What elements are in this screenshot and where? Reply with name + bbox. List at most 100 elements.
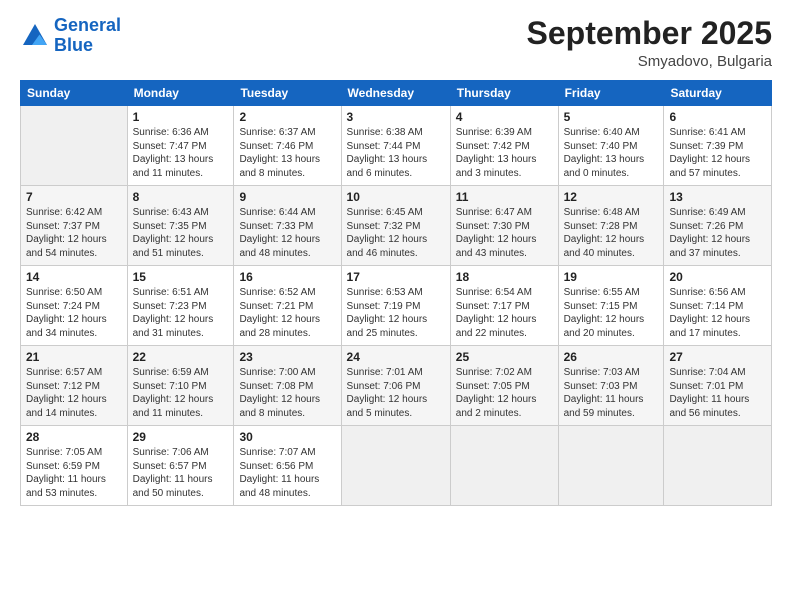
day-info: Sunrise: 6:37 AMSunset: 7:46 PMDaylight:… (239, 126, 335, 180)
calendar-cell: 16 Sunrise: 6:52 AMSunset: 7:21 PMDayligh… (234, 266, 341, 346)
day-number: 5 (564, 110, 659, 124)
day-info: Sunrise: 7:01 AMSunset: 7:06 PMDaylight:… (347, 366, 445, 420)
day-number: 10 (347, 190, 445, 204)
day-info: Sunrise: 6:36 AMSunset: 7:47 PMDaylight:… (133, 126, 229, 180)
day-number: 28 (26, 430, 122, 444)
calendar-cell: 21Sunrise: 6:57 AMSunset: 7:12 PMDayligh… (21, 346, 128, 426)
calendar-cell: 14 Sunrise: 6:50 AMSunset: 7:24 PMDayligh… (21, 266, 128, 346)
day-number: 6 (669, 110, 766, 124)
location: Smyadovo, Bulgaria (527, 53, 772, 70)
page: General Blue September 2025 Smyadovo, Bu… (0, 0, 792, 612)
calendar-cell: 24 Sunrise: 7:01 AMSunset: 7:06 PMDayligh… (341, 346, 450, 426)
day-info: Sunrise: 6:49 AMSunset: 7:26 PMDaylight:… (669, 206, 766, 260)
weekday-header: Wednesday (341, 81, 450, 106)
calendar-cell: 22 Sunrise: 6:59 AMSunset: 7:10 PMDayligh… (127, 346, 234, 426)
calendar-cell (341, 426, 450, 506)
day-info: Sunrise: 7:04 AMSunset: 7:01 PMDaylight:… (669, 366, 766, 420)
day-info: Sunrise: 7:05 AMSunset: 6:59 PMDaylight:… (26, 446, 122, 500)
day-number: 23 (239, 350, 335, 364)
calendar-cell: 5 Sunrise: 6:40 AMSunset: 7:40 PMDaylight… (558, 106, 664, 186)
day-number: 16 (239, 270, 335, 284)
calendar-cell: 28 Sunrise: 7:05 AMSunset: 6:59 PMDayligh… (21, 426, 128, 506)
day-info: Sunrise: 6:54 AMSunset: 7:17 PMDaylight:… (456, 286, 553, 340)
calendar-cell (664, 426, 772, 506)
calendar-cell: 3 Sunrise: 6:38 AMSunset: 7:44 PMDaylight… (341, 106, 450, 186)
day-info: Sunrise: 7:07 AMSunset: 6:56 PMDaylight:… (239, 446, 335, 500)
month-title: September 2025 (527, 16, 772, 51)
day-number: 27 (669, 350, 766, 364)
calendar-cell: 19Sunrise: 6:55 AMSunset: 7:15 PMDayligh… (558, 266, 664, 346)
weekday-header: Tuesday (234, 81, 341, 106)
day-number: 2 (239, 110, 335, 124)
day-number: 24 (347, 350, 445, 364)
calendar-cell: 23 Sunrise: 7:00 AMSunset: 7:08 PMDayligh… (234, 346, 341, 426)
calendar-cell: 10 Sunrise: 6:45 AMSunset: 7:32 PMDayligh… (341, 186, 450, 266)
calendar-cell: 12 Sunrise: 6:48 AMSunset: 7:28 PMDayligh… (558, 186, 664, 266)
day-info: Sunrise: 6:56 AMSunset: 7:14 PMDaylight:… (669, 286, 766, 340)
calendar-cell: 25 Sunrise: 7:02 AMSunset: 7:05 PMDayligh… (450, 346, 558, 426)
day-number: 3 (347, 110, 445, 124)
calendar-cell: 2 Sunrise: 6:37 AMSunset: 7:46 PMDaylight… (234, 106, 341, 186)
day-info: Sunrise: 6:53 AMSunset: 7:19 PMDaylight:… (347, 286, 445, 340)
calendar-cell: 9 Sunrise: 6:44 AMSunset: 7:33 PMDaylight… (234, 186, 341, 266)
day-info: Sunrise: 6:51 AMSunset: 7:23 PMDaylight:… (133, 286, 229, 340)
calendar-week-row: 7Sunrise: 6:42 AMSunset: 7:37 PMDaylight… (21, 186, 772, 266)
calendar-cell: 11Sunrise: 6:47 AMSunset: 7:30 PMDayligh… (450, 186, 558, 266)
calendar-cell: 13Sunrise: 6:49 AMSunset: 7:26 PMDayligh… (664, 186, 772, 266)
day-number: 21 (26, 350, 122, 364)
logo: General Blue (20, 16, 121, 56)
day-info: Sunrise: 6:41 AMSunset: 7:39 PMDaylight:… (669, 126, 766, 180)
day-number: 20 (669, 270, 766, 284)
day-number: 25 (456, 350, 553, 364)
day-number: 14 (26, 270, 122, 284)
day-number: 8 (133, 190, 229, 204)
calendar-cell: 30 Sunrise: 7:07 AMSunset: 6:56 PMDayligh… (234, 426, 341, 506)
day-info: Sunrise: 6:44 AMSunset: 7:33 PMDaylight:… (239, 206, 335, 260)
day-info: Sunrise: 6:45 AMSunset: 7:32 PMDaylight:… (347, 206, 445, 260)
calendar-week-row: 28 Sunrise: 7:05 AMSunset: 6:59 PMDayligh… (21, 426, 772, 506)
day-info: Sunrise: 7:03 AMSunset: 7:03 PMDaylight:… (564, 366, 659, 420)
day-info: Sunrise: 6:50 AMSunset: 7:24 PMDaylight:… (26, 286, 122, 340)
day-info: Sunrise: 6:42 AMSunset: 7:37 PMDaylight:… (26, 206, 122, 260)
calendar-cell: 27 Sunrise: 7:04 AMSunset: 7:01 PMDayligh… (664, 346, 772, 426)
day-number: 4 (456, 110, 553, 124)
calendar-cell: 20 Sunrise: 6:56 AMSunset: 7:14 PMDayligh… (664, 266, 772, 346)
day-number: 15 (133, 270, 229, 284)
day-number: 22 (133, 350, 229, 364)
calendar-cell: 7Sunrise: 6:42 AMSunset: 7:37 PMDaylight… (21, 186, 128, 266)
calendar-table: SundayMondayTuesdayWednesdayThursdayFrid… (20, 80, 772, 506)
weekday-header: Monday (127, 81, 234, 106)
title-area: September 2025 Smyadovo, Bulgaria (527, 16, 772, 70)
calendar-cell: 29Sunrise: 7:06 AMSunset: 6:57 PMDayligh… (127, 426, 234, 506)
day-number: 17 (347, 270, 445, 284)
logo-icon (20, 21, 50, 51)
day-info: Sunrise: 6:52 AMSunset: 7:21 PMDaylight:… (239, 286, 335, 340)
day-info: Sunrise: 7:02 AMSunset: 7:05 PMDaylight:… (456, 366, 553, 420)
weekday-header: Thursday (450, 81, 558, 106)
day-number: 30 (239, 430, 335, 444)
calendar-cell: 18Sunrise: 6:54 AMSunset: 7:17 PMDayligh… (450, 266, 558, 346)
header: General Blue September 2025 Smyadovo, Bu… (20, 16, 772, 70)
day-info: Sunrise: 6:43 AMSunset: 7:35 PMDaylight:… (133, 206, 229, 260)
day-number: 29 (133, 430, 229, 444)
weekday-header: Friday (558, 81, 664, 106)
calendar-cell: 6 Sunrise: 6:41 AMSunset: 7:39 PMDaylight… (664, 106, 772, 186)
day-info: Sunrise: 6:40 AMSunset: 7:40 PMDaylight:… (564, 126, 659, 180)
day-number: 1 (133, 110, 229, 124)
calendar-cell: 15 Sunrise: 6:51 AMSunset: 7:23 PMDayligh… (127, 266, 234, 346)
day-number: 12 (564, 190, 659, 204)
day-info: Sunrise: 6:38 AMSunset: 7:44 PMDaylight:… (347, 126, 445, 180)
day-info: Sunrise: 6:59 AMSunset: 7:10 PMDaylight:… (133, 366, 229, 420)
day-info: Sunrise: 6:55 AMSunset: 7:15 PMDaylight:… (564, 286, 659, 340)
calendar-cell: 4Sunrise: 6:39 AMSunset: 7:42 PMDaylight… (450, 106, 558, 186)
day-info: Sunrise: 6:48 AMSunset: 7:28 PMDaylight:… (564, 206, 659, 260)
calendar-week-row: 21Sunrise: 6:57 AMSunset: 7:12 PMDayligh… (21, 346, 772, 426)
calendar-cell: 8 Sunrise: 6:43 AMSunset: 7:35 PMDaylight… (127, 186, 234, 266)
calendar-header-row: SundayMondayTuesdayWednesdayThursdayFrid… (21, 81, 772, 106)
weekday-header: Sunday (21, 81, 128, 106)
calendar-week-row: 14 Sunrise: 6:50 AMSunset: 7:24 PMDayligh… (21, 266, 772, 346)
day-info: Sunrise: 7:00 AMSunset: 7:08 PMDaylight:… (239, 366, 335, 420)
calendar-cell (558, 426, 664, 506)
day-number: 9 (239, 190, 335, 204)
calendar-cell (21, 106, 128, 186)
